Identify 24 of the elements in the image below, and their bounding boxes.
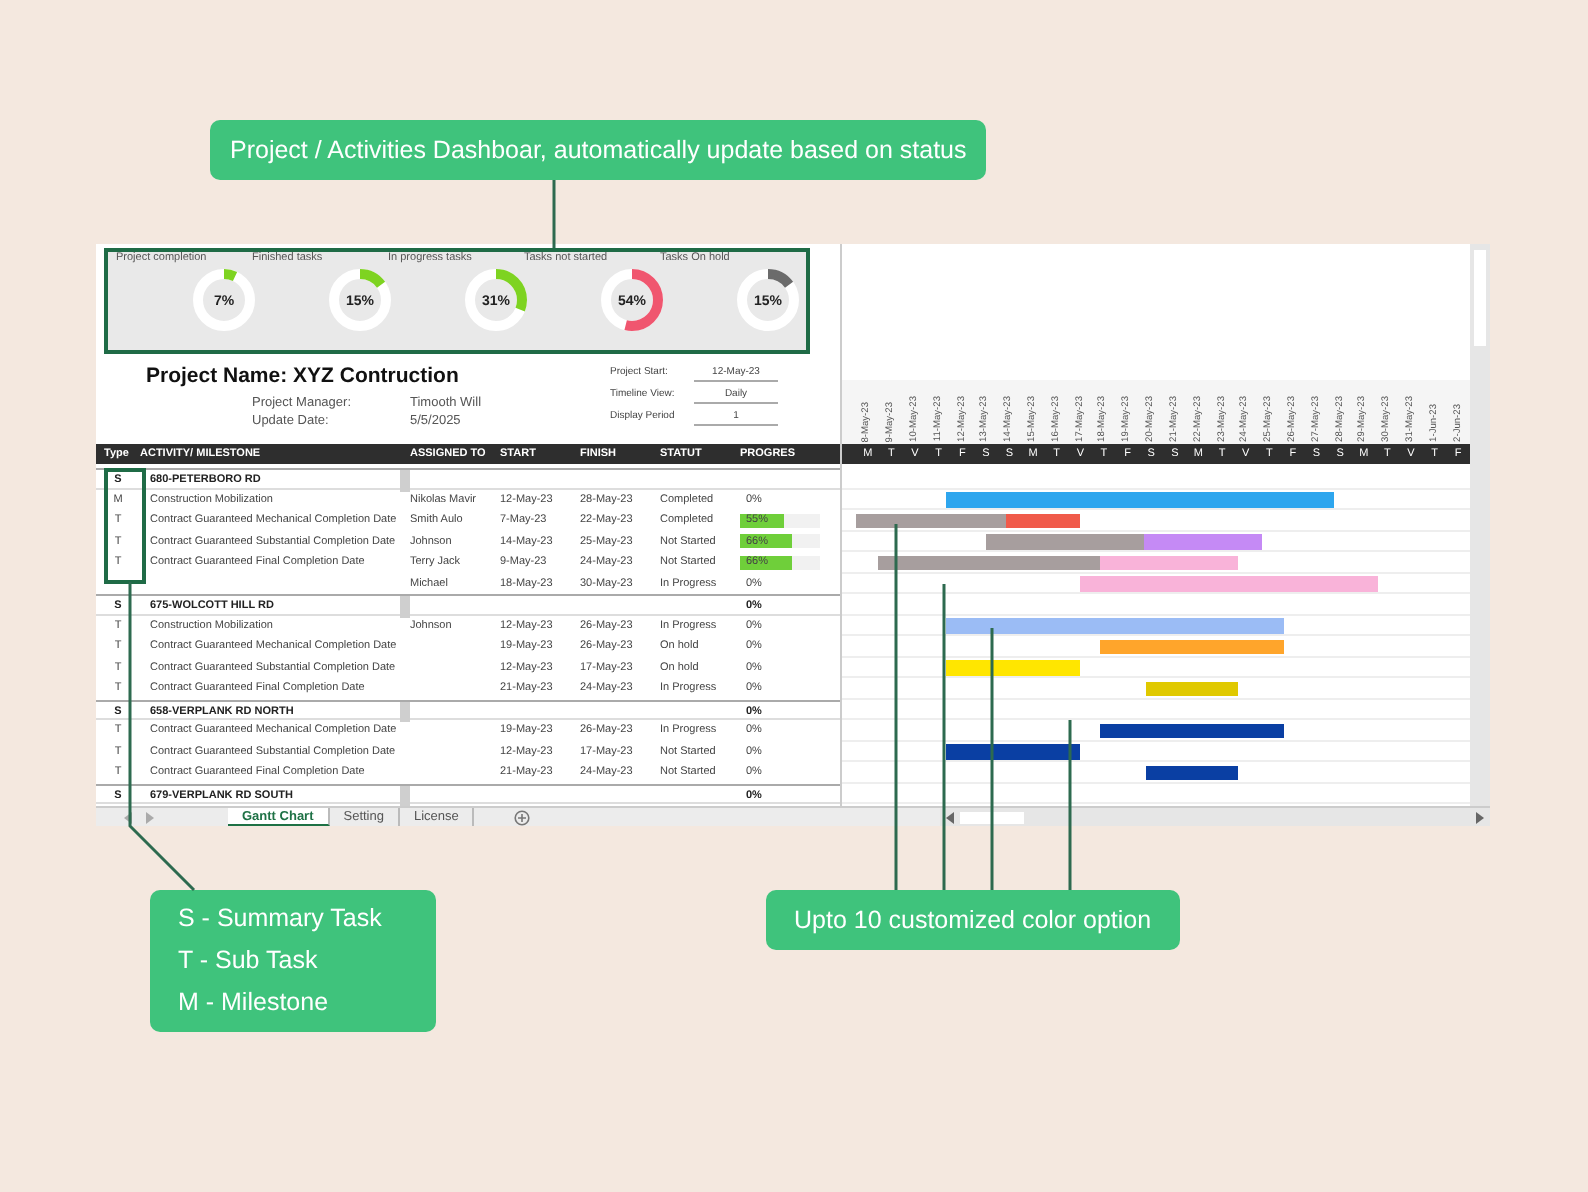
separator-bar	[400, 701, 410, 722]
color-callout: Upto 10 customized color option	[766, 890, 1180, 950]
scroll-left-icon[interactable]	[946, 811, 954, 823]
callout-banner: Project / Activities Dashboar, automatically update based on status	[210, 120, 987, 180]
vertical-scrollbar[interactable]	[1470, 244, 1490, 806]
scroll-right-icon[interactable]	[146, 811, 154, 823]
add-sheet-icon[interactable]	[514, 809, 531, 825]
gantt-bar	[945, 744, 1080, 759]
gantt-bar	[1146, 681, 1239, 696]
legend-line: M - Milestone	[178, 986, 331, 1020]
separator-bar	[400, 596, 410, 617]
gantt-bar	[1146, 765, 1239, 780]
legend-line: S - Summary Task	[178, 902, 384, 936]
separator-bar	[400, 470, 410, 491]
scroll-left-icon[interactable]	[124, 811, 132, 823]
scrollbar-thumb[interactable]	[1474, 250, 1486, 346]
scrollbar-thumb[interactable]	[960, 811, 1024, 823]
scroll-right-icon[interactable]	[1476, 811, 1484, 823]
highlight-frame	[104, 468, 146, 584]
legend-line: T - Sub Task	[178, 944, 320, 978]
horizontal-scrollbar[interactable]	[940, 808, 1490, 826]
gantt-bar	[945, 660, 1080, 675]
project-title: Project Name: XYZ Contruction	[146, 364, 461, 388]
leader-line	[552, 180, 556, 248]
